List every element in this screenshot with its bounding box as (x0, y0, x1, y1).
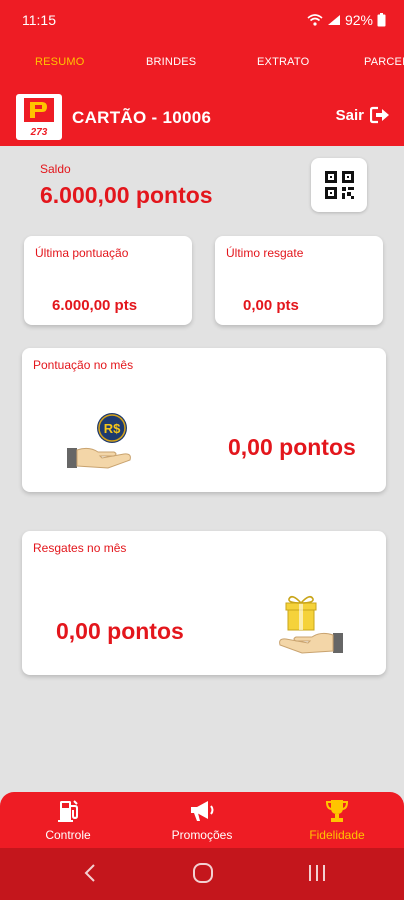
tab-brindes[interactable]: BRINDES (146, 56, 196, 68)
nav-promocoes[interactable]: Promoções (142, 798, 262, 842)
home-icon[interactable] (192, 862, 214, 884)
tab-extrato[interactable]: EXTRATO (257, 56, 309, 68)
nav-controle[interactable]: Controle (8, 798, 128, 842)
saldo-label: Saldo (40, 162, 71, 176)
logout-button[interactable]: Sair (336, 106, 390, 124)
tab-resumo[interactable]: RESUMO (35, 56, 84, 68)
app-header: 273 CARTÃO - 10006 Sair (0, 84, 404, 146)
logout-label: Sair (335, 106, 364, 124)
status-time: 11:15 (22, 12, 56, 28)
nav-promocoes-label: Promoções (171, 828, 233, 842)
svg-text:R$: R$ (104, 421, 121, 436)
back-icon[interactable] (82, 862, 98, 884)
nav-fidelidade-label: Fidelidade (309, 828, 365, 842)
saldo-value: 6.000,00 pontos (40, 182, 213, 208)
status-icons: 92% (307, 12, 386, 28)
pontuacao-mes-value: 0,00 pontos (228, 434, 356, 460)
pontuacao-mes-label: Pontuação no mês (33, 358, 134, 372)
card-number-title: CARTÃO - 10006 (72, 108, 212, 127)
ultimo-resgate-label: Último resgate (226, 246, 304, 260)
tab-parceiros[interactable]: PARCEI (364, 56, 404, 68)
nav-controle-label: Controle (45, 828, 91, 842)
ultimo-resgate-card: Último resgate 0,00 pts (215, 236, 383, 325)
wifi-icon (307, 14, 323, 26)
ultimo-resgate-value: 0,00 pts (243, 297, 299, 314)
battery-percent: 92% (344, 12, 373, 28)
resgates-mes-label: Resgates no mês (33, 541, 127, 555)
ultima-pontuacao-value: 6.000,00 pts (52, 297, 138, 314)
nav-fidelidade[interactable]: Fidelidade (277, 798, 397, 842)
recents-icon[interactable] (306, 862, 328, 884)
resgates-mes-card: Resgates no mês 0,00 pontos (22, 531, 386, 675)
trophy-icon (325, 800, 349, 822)
qr-code-icon (325, 171, 354, 199)
hand-coin-icon: R$ (67, 413, 131, 469)
battery-icon (377, 13, 386, 27)
top-tab-bar: RESUMO BRINDES EXTRATO PARCEI (0, 40, 404, 84)
brand-logo: 273 (16, 94, 62, 140)
resgates-mes-value: 0,00 pontos (56, 618, 184, 644)
qr-code-button[interactable] (311, 158, 367, 212)
logout-icon (370, 106, 389, 124)
ultima-pontuacao-card: Última pontuação 6.000,00 pts (24, 236, 192, 325)
signal-icon (327, 15, 340, 25)
bottom-navigation: Controle Promoções Fidelidade (0, 792, 404, 848)
hand-gift-icon (279, 595, 343, 654)
pontuacao-mes-card: Pontuação no mês R$ 0,00 pontos (22, 348, 386, 492)
megaphone-icon (191, 801, 214, 821)
status-bar: 11:15 92% (0, 0, 404, 40)
system-navigation-bar (0, 848, 404, 900)
svg-text:273: 273 (30, 127, 48, 138)
fuel-pump-icon (58, 800, 78, 822)
ultima-pontuacao-label: Última pontuação (35, 246, 129, 260)
